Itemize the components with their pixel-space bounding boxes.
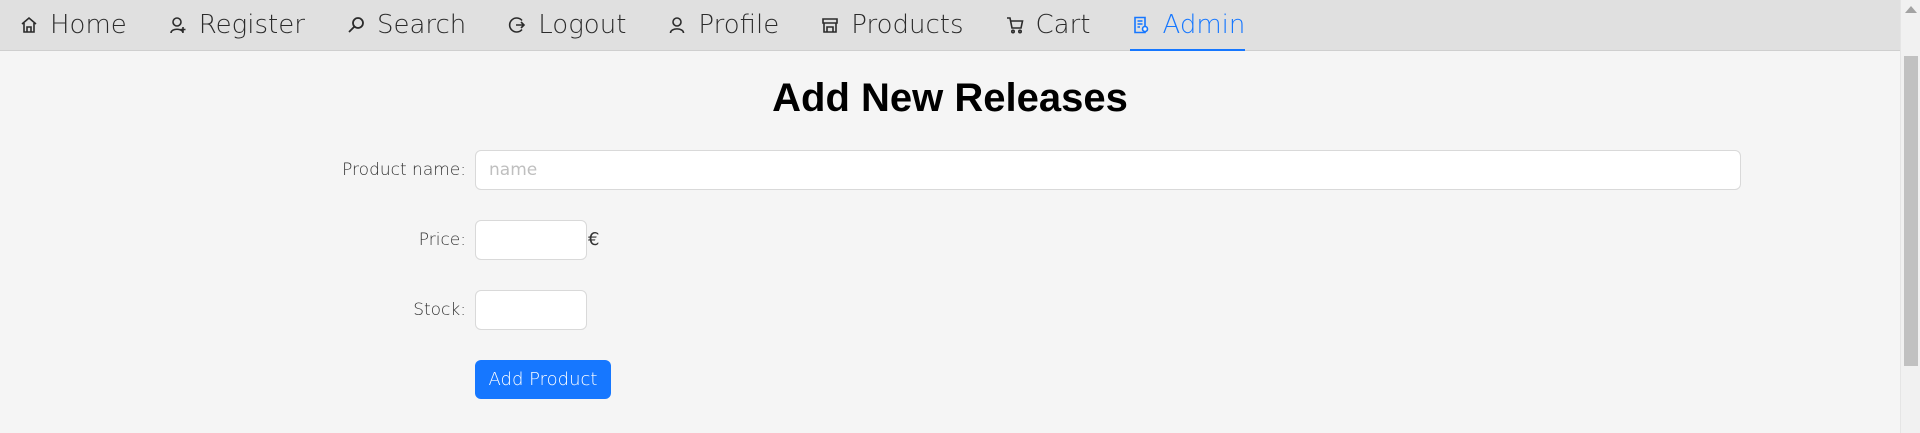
product-name-input[interactable] <box>475 150 1741 190</box>
price-input[interactable] <box>475 220 587 260</box>
nav-item-search[interactable]: Search <box>345 0 466 50</box>
cart-icon <box>1004 14 1026 36</box>
nav-item-cart[interactable]: Cart <box>1004 0 1091 50</box>
nav-item-label: Logout <box>538 10 627 40</box>
nav-item-home[interactable]: Home <box>18 0 127 50</box>
nav-item-label: Home <box>50 10 127 40</box>
top-navbar: Home Register Search Logout Profile Prod… <box>0 0 1900 51</box>
nav-item-label: Products <box>851 10 964 40</box>
price-label: Price: <box>418 230 466 250</box>
admin-icon <box>1130 14 1152 36</box>
scrollbar-thumb[interactable] <box>1904 56 1918 366</box>
product-name-label: Product name: <box>342 160 466 180</box>
currency-suffix: € <box>588 229 600 250</box>
nav-item-logout[interactable]: Logout <box>506 0 626 50</box>
vertical-scrollbar[interactable] <box>1900 0 1920 433</box>
nav-item-profile[interactable]: Profile <box>666 0 779 50</box>
nav-item-label: Admin <box>1162 10 1246 40</box>
logout-icon <box>506 14 528 36</box>
nav-item-label: Cart <box>1035 10 1091 40</box>
scroll-up-arrow-icon[interactable] <box>1905 6 1917 13</box>
nav-item-products[interactable]: Products <box>819 0 964 50</box>
add-product-button[interactable]: Add Product <box>475 360 611 399</box>
nav-item-label: Profile <box>698 10 780 40</box>
shop-icon <box>819 14 841 36</box>
nav-item-admin[interactable]: Admin <box>1130 0 1246 51</box>
nav-item-label: Search <box>376 10 467 40</box>
user-icon <box>666 14 688 36</box>
home-icon <box>18 14 40 36</box>
search-icon <box>345 14 367 36</box>
nav-item-register[interactable]: Register <box>167 0 305 50</box>
stock-input[interactable] <box>475 290 587 330</box>
nav-item-label: Register <box>198 10 305 40</box>
stock-label: Stock: <box>413 300 466 320</box>
user-add-icon <box>167 14 189 36</box>
page-title: Add New Releases <box>772 76 1128 120</box>
